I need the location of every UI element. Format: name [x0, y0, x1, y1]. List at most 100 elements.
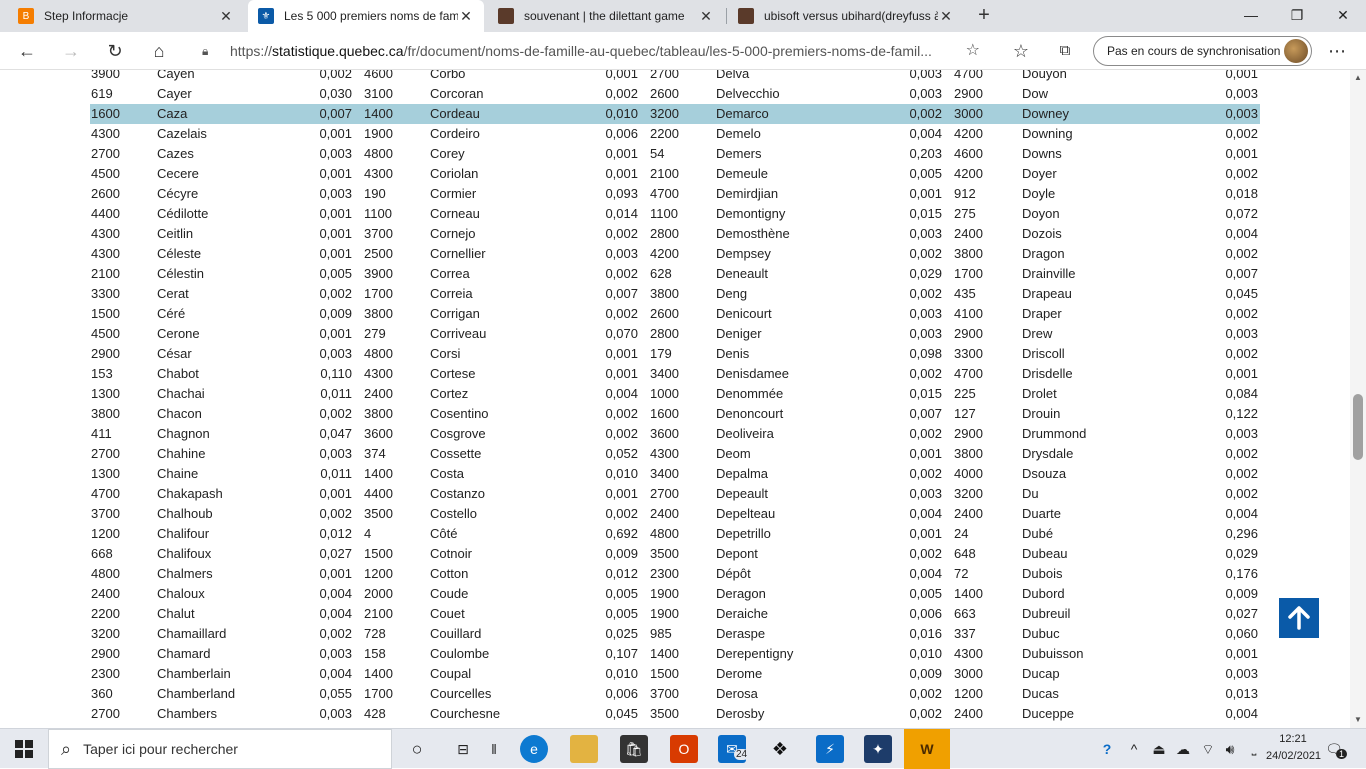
back-to-top-button[interactable]	[1279, 598, 1319, 638]
rank-cell: 337	[954, 626, 976, 641]
favorites-icon[interactable]: ☆	[1006, 36, 1036, 66]
maximize-button[interactable]: ❐	[1274, 0, 1320, 32]
warcraft-icon[interactable]: W	[904, 729, 950, 769]
back-arrow-icon[interactable]: ←	[12, 36, 42, 66]
chevron-up-icon[interactable]: ^	[1126, 729, 1142, 769]
surname-cell: Chaine	[157, 466, 199, 481]
table-row[interactable]: 3200 Chamaillard 0,002 728 Couillard 0,025 985…	[0, 624, 1350, 644]
tab-souvenant[interactable]: souvenant | the dilettant game ✕	[488, 0, 724, 32]
edge-icon[interactable]: e	[520, 735, 548, 763]
rank-cell: 3600	[650, 426, 679, 441]
surname-cell: Coupal	[430, 666, 472, 681]
frequency-cell: 0,003	[319, 706, 352, 721]
table-row[interactable]: 1500 Céré 0,009 3800 Corrigan 0,002 2600 Denico…	[0, 304, 1350, 324]
scroll-thumb[interactable]	[1353, 394, 1363, 460]
table-row[interactable]: 411 Chagnon 0,047 3600 Cosgrove 0,002 3600 Deol…	[0, 424, 1350, 444]
table-row[interactable]: 3900 Cayen 0,002 4600 Corbo 0,001 2700 Delva 0,0…	[0, 70, 1350, 84]
cortana-icon[interactable]: ○	[404, 729, 430, 769]
refresh-icon[interactable]: ↻	[100, 36, 130, 66]
table-row[interactable]: 1300 Chachai 0,011 2400 Cortez 0,004 1000 Denom…	[0, 384, 1350, 404]
rank-cell: 2900	[91, 646, 120, 661]
surname-cell: Chakapash	[157, 486, 223, 501]
keyboard-layout-icon[interactable]: ⎵	[1244, 729, 1264, 769]
table-row[interactable]: 2600 Cécyre 0,003 190 Cormier 0,093 4700 Demird…	[0, 184, 1350, 204]
scroll-down-icon[interactable]: ▼	[1350, 712, 1366, 728]
rank-cell: 3800	[954, 446, 983, 461]
address-bar[interactable]: 🔒︎ https://statistique.quebec.ca/fr/docu…	[190, 36, 990, 66]
home-icon[interactable]: ⌂	[144, 36, 174, 66]
dropbox-icon[interactable]: ❖	[766, 735, 794, 763]
task-view-icon[interactable]: ⊟	[450, 729, 476, 769]
close-tab-icon[interactable]: ✕	[698, 8, 714, 25]
table-row[interactable]: 2700 Cazes 0,003 4800 Corey 0,001 54 Demers 0,20…	[0, 144, 1350, 164]
wifi-icon[interactable]: ⌔	[1198, 729, 1218, 769]
power-automate-icon[interactable]: ⚡︎	[816, 735, 844, 763]
vertical-scrollbar[interactable]: ▲ ▼	[1350, 70, 1366, 728]
store-icon[interactable]: 🛍︎	[620, 735, 648, 763]
table-row[interactable]: 360 Chamberland 0,055 1700 Courcelles 0,006 37…	[0, 684, 1350, 704]
office-icon[interactable]: O	[670, 735, 698, 763]
surname-cell: Deragon	[716, 586, 766, 601]
table-row[interactable]: 2200 Chalut 0,004 2100 Couet 0,005 1900 Deraich…	[0, 604, 1350, 624]
taskbar-search-input[interactable]: ⌕ Taper ici pour rechercher	[48, 729, 392, 769]
table-row[interactable]: 4700 Chakapash 0,001 4400 Costanzo 0,001 2700 D…	[0, 484, 1350, 504]
table-row[interactable]: 1200 Chalifour 0,012 4 Côté 0,692 4800 Depetril…	[0, 524, 1350, 544]
table-row[interactable]: 619 Cayer 0,030 3100 Corcoran 0,002 2600 Delvec…	[0, 84, 1350, 104]
table-row[interactable]: 153 Chabot 0,110 4300 Cortese 0,001 3400 Denisd…	[0, 364, 1350, 384]
table-row[interactable]: 3300 Cerat 0,002 1700 Correia 0,007 3800 Deng 0,…	[0, 284, 1350, 304]
frequency-cell: 0,005	[319, 266, 352, 281]
close-window-button[interactable]: ✕	[1320, 0, 1366, 32]
forward-arrow-icon[interactable]: →	[56, 36, 86, 66]
table-row[interactable]: 4800 Chalmers 0,001 1200 Cotton 0,012 2300 Dépô…	[0, 564, 1350, 584]
table-row[interactable]: 1300 Chaine 0,011 1400 Costa 0,010 3400 Depalma…	[0, 464, 1350, 484]
file-explorer-icon[interactable]	[570, 735, 598, 763]
table-row[interactable]: 2700 Chambers 0,003 428 Courchesne 0,045 3500 D…	[0, 704, 1350, 724]
tab-step-informacje[interactable]: B Step Informacje ✕	[8, 0, 244, 32]
table-row[interactable]: 2300 Chamberlain 0,004 1400 Coupal 0,010 1500 D…	[0, 664, 1350, 684]
table-row[interactable]: 4300 Céleste 0,001 2500 Cornellier 0,003 4200 D…	[0, 244, 1350, 264]
table-row[interactable]: 4500 Cerone 0,001 279 Corriveau 0,070 2800 Deni…	[0, 324, 1350, 344]
table-row[interactable]: 1600 Caza 0,007 1400 Cordeau 0,010 3200 Demarco…	[0, 104, 1350, 124]
add-favorite-icon[interactable]: ☆	[966, 40, 980, 60]
rank-cell: 1200	[364, 566, 393, 581]
close-tab-icon[interactable]: ✕	[458, 8, 474, 25]
collections-icon[interactable]: ⧉	[1050, 36, 1080, 66]
profile-sync-button[interactable]: Pas en cours de synchronisation	[1093, 36, 1312, 66]
table-row[interactable]: 4500 Cecere 0,001 4300 Coriolan 0,001 2100 Deme…	[0, 164, 1350, 184]
onedrive-icon[interactable]: ☁	[1172, 729, 1194, 769]
surname-cell: Chabot	[157, 366, 199, 381]
tab-noms-de-famille[interactable]: ⚜ Les 5 000 premiers noms de famille au …	[248, 0, 484, 32]
table-row[interactable]: 668 Chalifoux 0,027 1500 Cotnoir 0,009 3500 Dep…	[0, 544, 1350, 564]
tab-ubisoft[interactable]: ubisoft versus ubihard(dreyfuss à ✕	[728, 0, 964, 32]
surname-cell: Costello	[430, 506, 477, 521]
close-tab-icon[interactable]: ✕	[218, 8, 234, 25]
close-tab-icon[interactable]: ✕	[938, 8, 954, 25]
table-row[interactable]: 3700 Chalhoub 0,002 3500 Costello 0,002 2400 De…	[0, 504, 1350, 524]
table-row[interactable]: 3800 Chacon 0,002 3800 Cosentino 0,002 1600 Den…	[0, 404, 1350, 424]
frequency-cell: 0,002	[1225, 446, 1258, 461]
volume-icon[interactable]: 🔊︎	[1220, 729, 1240, 769]
frequency-cell: 0,055	[319, 686, 352, 701]
surname-cell: Denis	[716, 346, 750, 361]
table-row[interactable]: 2700 Chahine 0,003 374 Cossette 0,052 4300 Deom…	[0, 444, 1350, 464]
table-row[interactable]: 2900 César 0,003 4800 Corsi 0,001 179 Denis 0,09…	[0, 344, 1350, 364]
surname-cell: Delvecchio	[716, 86, 780, 101]
table-row[interactable]: 4300 Ceitlin 0,001 3700 Cornejo 0,002 2800 Demo…	[0, 224, 1350, 244]
table-row[interactable]: 2900 Chamard 0,003 158 Coulombe 0,107 1400 Dere…	[0, 644, 1350, 664]
rank-cell: 2500	[364, 246, 393, 261]
scroll-up-icon[interactable]: ▲	[1350, 70, 1366, 86]
surname-cell: Corey	[430, 146, 465, 161]
usb-icon[interactable]: ⏏	[1150, 729, 1168, 769]
more-menu-icon[interactable]: ⋯	[1322, 36, 1352, 66]
battle-net-icon[interactable]: ✦	[864, 735, 892, 763]
surname-cell: Chamberland	[157, 686, 236, 701]
start-button[interactable]	[0, 729, 48, 769]
table-row[interactable]: 2100 Célestin 0,005 3900 Correa 0,002 628 Denea…	[0, 264, 1350, 284]
minimize-button[interactable]: —	[1228, 0, 1274, 32]
help-icon[interactable]: ?	[1096, 729, 1118, 769]
table-row[interactable]: 2400 Chaloux 0,004 2000 Coude 0,005 1900 Derago…	[0, 584, 1350, 604]
new-tab-button[interactable]: +	[972, 4, 996, 28]
clock[interactable]: 12:21 24/02/2021	[1266, 731, 1321, 765]
table-row[interactable]: 4400 Cédilotte 0,001 1100 Corneau 0,014 1100 De…	[0, 204, 1350, 224]
table-row[interactable]: 4300 Cazelais 0,001 1900 Cordeiro 0,006 2200 De…	[0, 124, 1350, 144]
